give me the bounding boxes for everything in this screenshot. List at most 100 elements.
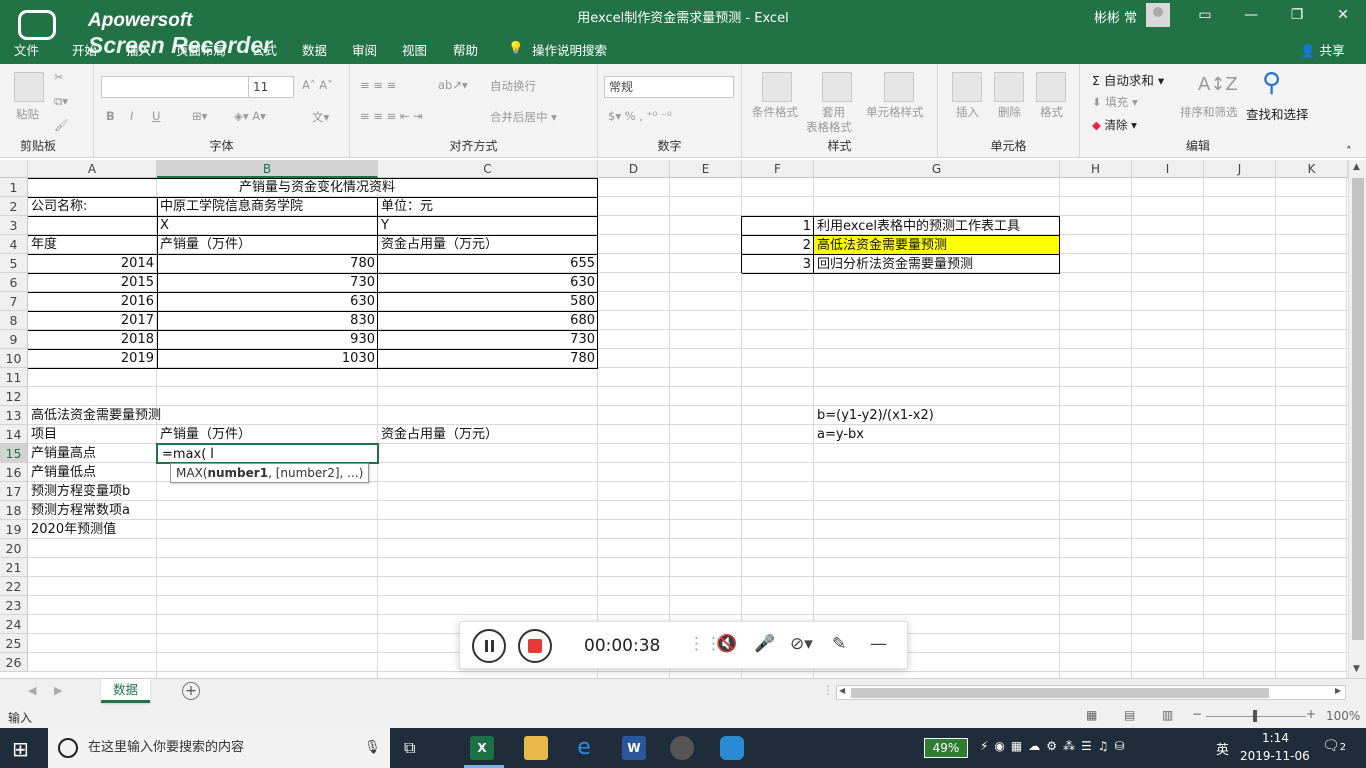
cut-icon[interactable]: ✂ — [54, 70, 64, 84]
row-header[interactable]: 16 — [0, 463, 28, 482]
wrap-text-button[interactable]: 自动换行 — [490, 78, 536, 94]
cell-c2[interactable]: 单位：元 — [378, 197, 436, 216]
grow-font-icon[interactable]: A˄ A˅ — [302, 78, 333, 92]
number-format-icons[interactable]: $▾ % , ⁺⁰ ⁻⁰ — [608, 109, 672, 123]
cell-styles-button[interactable]: 单元格样式 — [866, 104, 924, 120]
row-header[interactable]: 19 — [0, 520, 28, 539]
cell-b14[interactable]: 产销量（万件） — [157, 425, 254, 444]
pause-button[interactable] — [472, 629, 506, 663]
menu-number[interactable]: 1 — [742, 217, 814, 236]
column-header-c[interactable]: C — [378, 160, 598, 178]
cell-a4[interactable]: 年度 — [28, 235, 60, 254]
zoom-slider-thumb[interactable] — [1253, 710, 1257, 722]
copy-icon[interactable]: ⧉▾ — [54, 94, 68, 109]
horizontal-scrollbar[interactable]: ◀ ▶ — [836, 685, 1346, 700]
cell-a2[interactable]: 公司名称: — [28, 197, 90, 216]
table-cell-year[interactable]: 2019 — [28, 349, 157, 368]
stop-button[interactable] — [518, 629, 552, 663]
paste-icon[interactable] — [14, 72, 44, 102]
column-header-h[interactable]: H — [1060, 160, 1132, 178]
row-header[interactable]: 3 — [0, 216, 28, 235]
table-cell-qty[interactable]: 630 — [157, 292, 378, 311]
edge-icon[interactable]: e — [572, 736, 596, 760]
notification-icon[interactable]: 🗨2 — [1322, 738, 1346, 754]
merge-center-button[interactable]: 合并后居中 ▾ — [490, 109, 557, 125]
table-cell-year[interactable]: 2017 — [28, 311, 157, 330]
avatar[interactable] — [1146, 3, 1170, 27]
cell-a18[interactable]: 预测方程常数项a — [28, 501, 133, 520]
row-header[interactable]: 8 — [0, 311, 28, 330]
table-format-button-1[interactable]: 套用 — [822, 104, 845, 120]
cell-g14[interactable]: a=y-bx — [814, 425, 867, 444]
tab-help[interactable]: 帮助 — [453, 40, 478, 59]
add-sheet-icon[interactable]: + — [182, 682, 200, 700]
cell-styles-icon[interactable] — [884, 72, 914, 102]
cell-a17[interactable]: 预测方程变量项b — [28, 482, 133, 501]
table-cell-year[interactable]: 2015 — [28, 273, 157, 292]
zoom-level[interactable]: 100% — [1326, 709, 1360, 723]
row-header[interactable]: 17 — [0, 482, 28, 501]
format-painter-icon[interactable]: 🖌 — [54, 118, 69, 132]
italic-button[interactable]: I — [130, 109, 133, 123]
cell-c4[interactable]: 资金占用量（万元） — [378, 235, 501, 254]
cell-a19[interactable]: 2020年预测值 — [28, 520, 119, 539]
table-cell-fund[interactable]: 730 — [378, 330, 598, 349]
cell-a15[interactable]: 产销量高点 — [28, 444, 99, 463]
next-sheet-icon[interactable]: ▶ — [54, 684, 62, 697]
table-cell-qty[interactable]: 780 — [157, 254, 378, 273]
clock-date[interactable]: 2019-11-06 — [1240, 749, 1310, 763]
table-cell-fund[interactable]: 630 — [378, 273, 598, 292]
cell-a13[interactable]: 高低法资金需要量预测 — [28, 406, 164, 425]
font-size-select[interactable]: 11 — [248, 76, 294, 98]
ime-indicator[interactable]: 英 — [1216, 739, 1229, 758]
cell-b2[interactable]: 中原工学院信息商务学院 — [157, 197, 306, 216]
horizontal-scroll-thumb[interactable] — [851, 688, 1269, 698]
table-format-icon[interactable] — [822, 72, 852, 102]
tab-review[interactable]: 审阅 — [352, 40, 377, 59]
conditional-format-button[interactable]: 条件格式 — [752, 104, 798, 120]
taskbar-search[interactable]: 在这里输入你要搜索的内容 🎙 — [48, 728, 390, 768]
scroll-down-icon[interactable]: ▼ — [1353, 664, 1360, 674]
column-header-d[interactable]: D — [598, 160, 670, 178]
delete-cells-icon[interactable] — [994, 72, 1024, 102]
menu-link[interactable]: 高低法资金需要量预测 — [814, 236, 950, 255]
table-cell-year[interactable]: 2014 — [28, 254, 157, 273]
delete-cells-button[interactable]: 删除 — [998, 104, 1021, 120]
tab-splitter-icon[interactable]: ⋮ — [822, 683, 834, 697]
zoom-out-icon[interactable]: − — [1192, 707, 1202, 721]
scroll-right-icon[interactable]: ▶ — [1335, 686, 1341, 695]
table-cell-qty[interactable]: 830 — [157, 311, 378, 330]
tab-formulas[interactable]: 公式 — [252, 40, 277, 59]
autosum-button[interactable]: Σ 自动求和 ▾ — [1092, 70, 1164, 89]
format-cells-icon[interactable] — [1036, 72, 1066, 102]
sheet-tab-data[interactable]: 数据 — [101, 679, 150, 703]
mic-icon[interactable]: 🎙 — [364, 728, 381, 768]
tab-data[interactable]: 数据 — [302, 40, 327, 59]
table-cell-year[interactable]: 2018 — [28, 330, 157, 349]
menu-number[interactable]: 3 — [742, 255, 814, 274]
font-name-select[interactable] — [101, 76, 249, 98]
column-header-k[interactable]: K — [1276, 160, 1348, 178]
excel-taskbar-icon[interactable]: X — [470, 736, 494, 760]
minimize-button[interactable]: — — [1236, 4, 1266, 26]
column-header-f[interactable]: F — [742, 160, 814, 178]
cell-b3[interactable]: X — [157, 216, 172, 235]
file-explorer-icon[interactable] — [524, 736, 548, 760]
page-break-icon[interactable]: ▥ — [1162, 708, 1173, 722]
cell-a14[interactable]: 项目 — [28, 425, 60, 444]
tray-icons[interactable]: ⚡◉▦☁⚙⁂☰♫⛁ — [980, 739, 1131, 753]
select-all-corner[interactable] — [0, 160, 28, 178]
sort-filter-icon[interactable]: A↕Z — [1198, 74, 1238, 95]
ribbon-display-icon[interactable]: ▭ — [1190, 4, 1220, 26]
row-header[interactable]: 24 — [0, 615, 28, 634]
windows-start-icon[interactable]: ⊞ — [12, 737, 29, 761]
border-icon[interactable]: ⊞▾ — [192, 109, 207, 123]
phonetic-icon[interactable]: 文▾ — [312, 109, 329, 125]
fill-button[interactable]: ⬇ 填充 ▾ — [1092, 94, 1138, 110]
row-header[interactable]: 23 — [0, 596, 28, 615]
row-header[interactable]: 5 — [0, 254, 28, 273]
annotate-pen-icon[interactable]: ✎ — [832, 634, 846, 654]
scroll-left-icon[interactable]: ◀ — [839, 686, 845, 695]
sheet-title[interactable]: 产销量与资金变化情况资料 — [157, 178, 477, 197]
normal-view-icon[interactable]: ▦ — [1086, 708, 1097, 722]
